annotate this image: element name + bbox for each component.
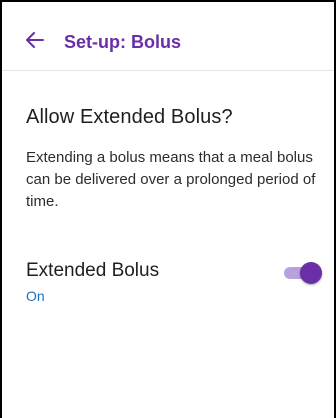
app-bar: Set-up: Bolus xyxy=(2,2,334,71)
page-title: Set-up: Bolus xyxy=(64,32,181,52)
arrow-left-icon[interactable] xyxy=(26,32,44,48)
screen: Set-up: Bolus Allow Extended Bolus? Exte… xyxy=(0,0,336,418)
setting-label: Extended Bolus xyxy=(26,260,160,281)
content-section: Allow Extended Bolus? Extending a bolus … xyxy=(26,106,316,213)
section-description: Extending a bolus means that a meal bolu… xyxy=(26,149,316,210)
section-heading: Allow Extended Bolus? xyxy=(26,106,233,128)
setting-value: On xyxy=(26,288,45,304)
extended-bolus-setting[interactable]: Extended Bolus On xyxy=(26,260,322,310)
extended-bolus-toggle[interactable] xyxy=(282,260,322,286)
toggle-thumb xyxy=(300,262,322,284)
